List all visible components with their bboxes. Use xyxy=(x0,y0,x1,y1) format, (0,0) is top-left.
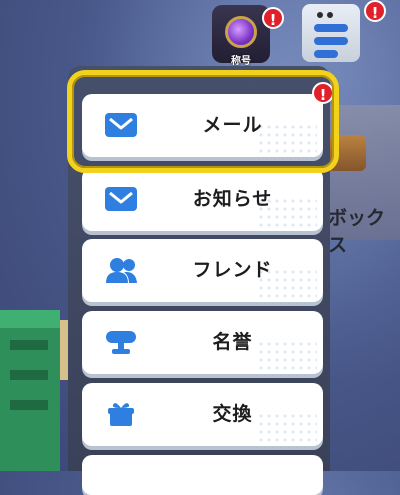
menu-button[interactable] xyxy=(302,4,360,62)
box-button[interactable]: ボックス xyxy=(318,105,400,256)
menu-item-label: 交換 xyxy=(212,403,253,425)
gift-icon xyxy=(108,403,134,426)
menu-item-honor[interactable]: 名誉 xyxy=(82,311,323,374)
medal-icon xyxy=(225,16,257,48)
menu-bar-icon xyxy=(314,24,348,32)
medal-alert-badge: ! xyxy=(262,7,284,29)
menu-item-partial[interactable] xyxy=(82,455,323,495)
menu-item-label: 名誉 xyxy=(212,331,253,353)
eyes-icon xyxy=(317,12,333,18)
menu-item-label: フレンド xyxy=(192,259,273,281)
mail-alert-badge: ! xyxy=(312,82,334,104)
menu-item-mail[interactable]: メール xyxy=(82,94,323,157)
chest-icon xyxy=(326,135,366,171)
menu-item-friend[interactable]: フレンド xyxy=(82,239,323,302)
menu-item-exchange[interactable]: 交換 xyxy=(82,383,323,446)
menu-bar-icon xyxy=(314,37,348,45)
title-medal-button[interactable]: 称号 xyxy=(212,5,270,67)
menu-item-label: お知らせ xyxy=(192,188,273,210)
mail-icon xyxy=(105,187,137,211)
friends-icon xyxy=(106,258,137,283)
medal-caption: 称号 xyxy=(231,56,251,67)
box-label: ボックス xyxy=(328,207,386,256)
menu-alert-badge: ! xyxy=(364,0,386,22)
menu-item-news[interactable]: お知らせ xyxy=(82,168,323,231)
mail-icon xyxy=(105,113,137,137)
trophy-icon xyxy=(106,331,136,354)
menu-bar-icon xyxy=(314,50,338,58)
menu-item-label: メール xyxy=(202,114,263,136)
